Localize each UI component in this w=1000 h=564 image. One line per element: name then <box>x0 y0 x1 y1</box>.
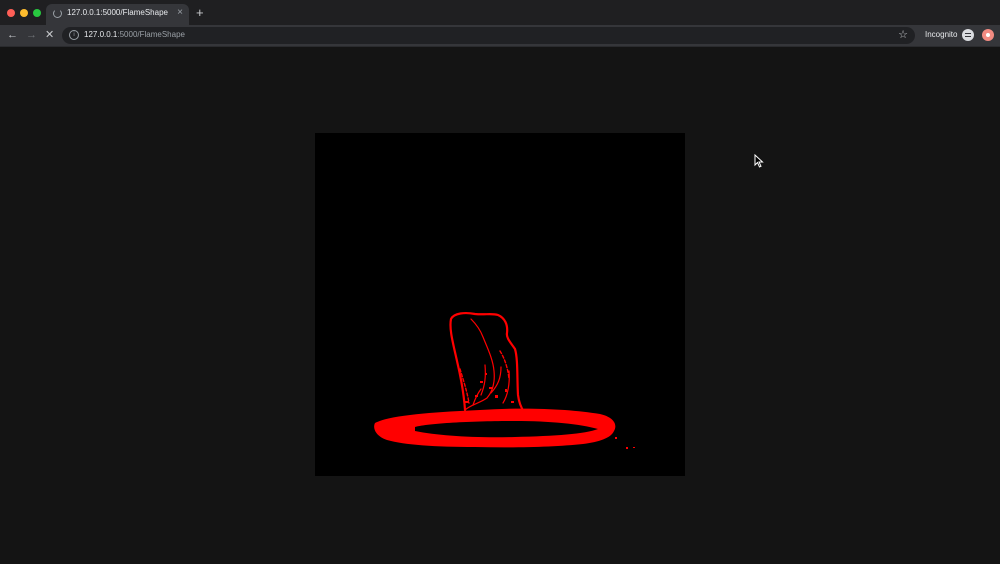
tab-close-icon[interactable]: × <box>177 7 183 19</box>
browser-toolbar: ← → ✕ i 127.0.0.1:5000/FlameShape ☆ Inco… <box>0 25 1000 47</box>
flame-canvas[interactable] <box>315 133 685 476</box>
page-viewport <box>0 47 1000 564</box>
address-bar[interactable]: i 127.0.0.1:5000/FlameShape ☆ <box>62 27 915 44</box>
url-path: :5000/FlameShape <box>117 30 185 39</box>
extension-icon[interactable] <box>982 29 994 41</box>
forward-button[interactable]: → <box>26 28 37 42</box>
tab-strip: 127.0.0.1:5000/FlameShape × + <box>0 0 1000 25</box>
back-button[interactable]: ← <box>7 28 18 42</box>
incognito-icon[interactable] <box>962 29 974 41</box>
url-host: 127.0.0.1 <box>84 30 118 39</box>
tab-flameshape[interactable]: 127.0.0.1:5000/FlameShape × <box>46 4 189 25</box>
minimize-window-button[interactable] <box>20 9 28 17</box>
url-text[interactable]: 127.0.0.1:5000/FlameShape <box>84 30 185 39</box>
tab-title: 127.0.0.1:5000/FlameShape <box>67 8 168 17</box>
new-tab-button[interactable]: + <box>196 5 204 21</box>
loading-spinner-icon <box>53 9 62 18</box>
zoom-window-button[interactable] <box>33 9 41 17</box>
flame-shape-graphic <box>374 311 635 449</box>
site-info-icon[interactable]: i <box>69 30 79 40</box>
flame-base <box>374 408 616 448</box>
mouse-cursor-icon <box>754 154 764 168</box>
incognito-label[interactable]: Incognito <box>925 30 957 39</box>
close-window-button[interactable] <box>7 9 15 17</box>
stop-loading-button[interactable]: ✕ <box>45 28 54 42</box>
bookmark-star-icon[interactable]: ☆ <box>898 28 908 42</box>
